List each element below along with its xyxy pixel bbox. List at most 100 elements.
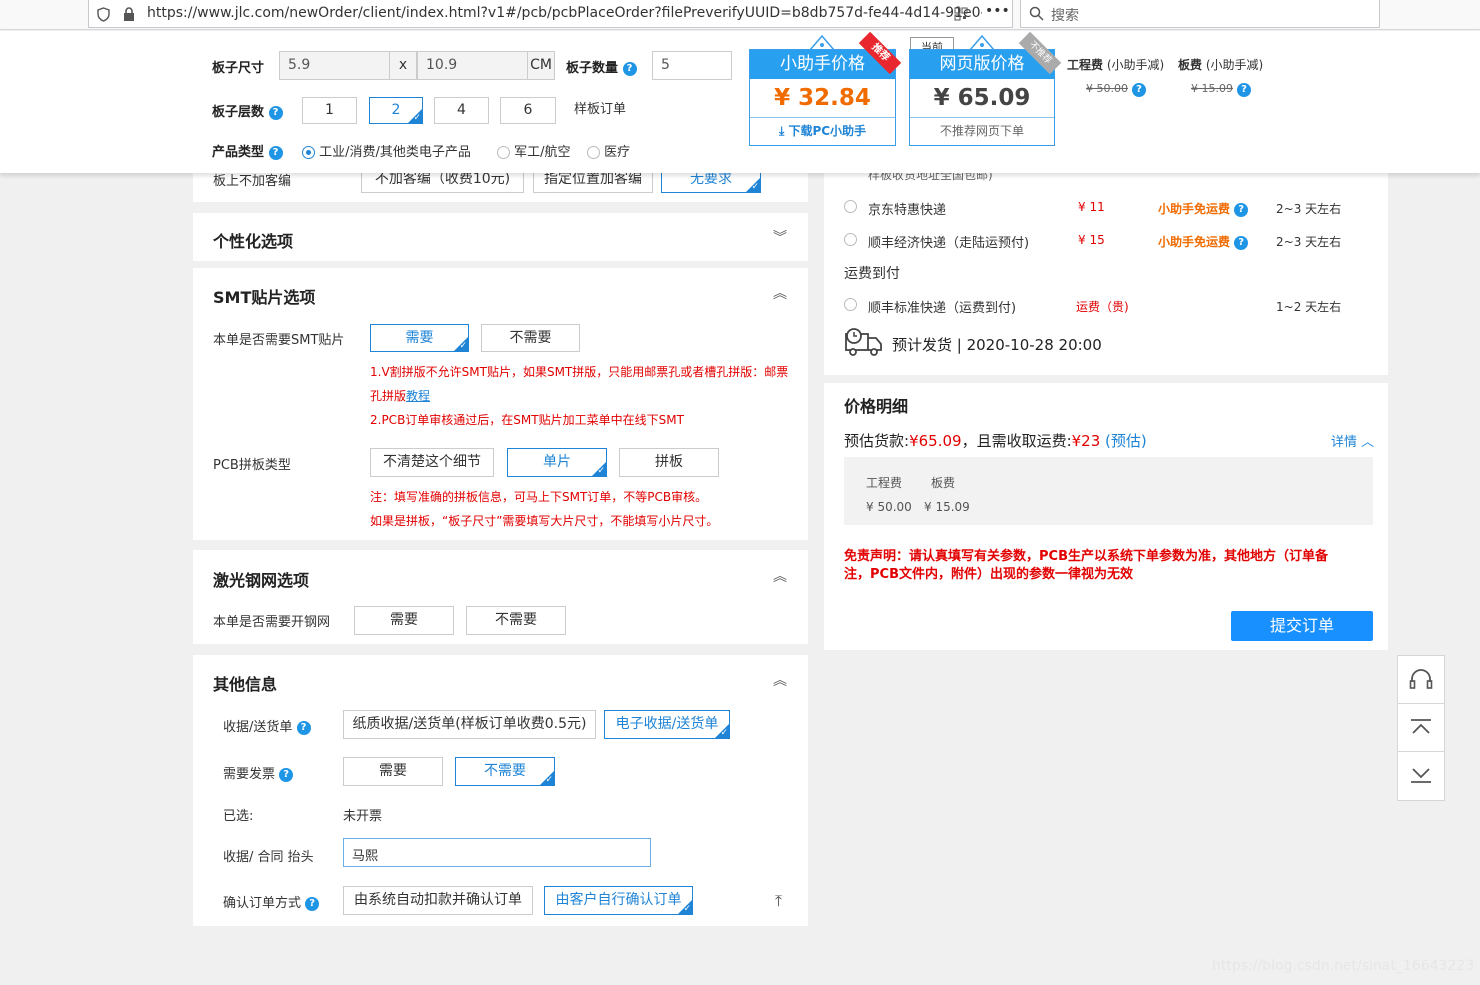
stencil-label: 本单是否需要开钢网 <box>213 615 331 630</box>
help-icon[interactable]: ? <box>622 61 637 76</box>
section-title: SMT贴片选项 <box>213 288 316 307</box>
browser-toolbar: https://www.jlc.com/newOrder/client/inde… <box>0 0 1480 30</box>
radio-icon[interactable] <box>587 146 600 159</box>
lock-icon <box>124 7 134 21</box>
board-width-input[interactable]: 5.9 <box>279 51 390 80</box>
shipping-free-note: 小助手免运费 ? <box>1158 233 1249 250</box>
receipt-paper-option[interactable]: 纸质收据/送货单(样板订单收费0.5元) <box>343 710 596 739</box>
collapse-icon[interactable]: ︽ <box>773 566 787 586</box>
fee-col-label: 工程费 <box>866 476 903 490</box>
search-bar[interactable]: 搜索 <box>1020 0 1380 28</box>
disclaimer: 免责声明：请认真填写有关参数，PCB生产以系统下单参数为准，其他地方（订单备 <box>844 549 1328 564</box>
pcb-note: 注：填写准确的拼板信息，可马上下SMT订单，不等PCB审核。 <box>370 490 708 504</box>
pcb-panel-option[interactable]: 不清楚这个细节 <box>370 448 494 477</box>
customer-service-button[interactable] <box>1398 656 1444 704</box>
url-text[interactable]: https://www.jlc.com/newOrder/client/inde… <box>147 5 982 21</box>
search-icon <box>1029 6 1044 21</box>
layer-option-1[interactable]: 1 <box>302 97 357 124</box>
product-option-medical[interactable]: 医疗 <box>587 141 630 160</box>
radio-icon[interactable] <box>844 233 857 246</box>
board-height-input[interactable]: 10.9 <box>417 51 528 80</box>
download-helper-link[interactable]: ⤓ 下载PC小助手 <box>750 117 895 145</box>
shipping-name: 顺丰标准快递（运费到付) <box>868 301 1017 316</box>
address-bar[interactable]: https://www.jlc.com/newOrder/client/inde… <box>88 0 1013 28</box>
stencil-no-option[interactable]: 不需要 <box>466 606 566 635</box>
fee-breakdown-box: 工程费 板费 ¥ 50.00 ¥ 15.09 <box>844 457 1373 525</box>
tutorial-link[interactable]: 教程 <box>406 389 430 403</box>
help-icon[interactable]: ? <box>296 720 311 735</box>
radio-icon[interactable] <box>497 146 510 159</box>
help-icon[interactable]: ? <box>268 145 283 160</box>
shipping-option-sf[interactable] <box>844 232 857 247</box>
headset-icon <box>1409 669 1433 689</box>
selected-value: 未开票 <box>343 809 383 824</box>
receipt-header-input[interactable]: 马熙 <box>343 838 651 867</box>
section-title: 其他信息 <box>213 675 278 694</box>
confirm-auto-option[interactable]: 由系统自动扣款并确认订单 <box>343 886 533 915</box>
page-actions-icon[interactable]: ••• <box>985 3 1010 19</box>
back-to-top-icon[interactable]: ⤒ <box>775 891 782 911</box>
helper-price-value: ¥ 32.84 <box>774 85 871 111</box>
invoice-need-option[interactable]: 需要 <box>343 757 443 786</box>
radio-icon[interactable] <box>302 146 315 159</box>
fee-col-label: 板费 <box>931 476 956 490</box>
smt-need-option[interactable]: 需要 <box>370 324 469 352</box>
cod-title: 运费到付 <box>844 266 900 282</box>
smt-note: 孔拼版教程 <box>370 389 431 403</box>
layer-option-4[interactable]: 4 <box>434 97 489 124</box>
product-option-military[interactable]: 军工/航空 <box>497 141 571 160</box>
smt-no-option[interactable]: 不需要 <box>481 324 580 352</box>
personalized-panel[interactable]: 个性化选项 ︾ <box>193 213 808 261</box>
radio-icon[interactable] <box>844 298 857 311</box>
smt-need-label: 本单是否需要SMT贴片 <box>213 333 345 348</box>
order-params-panel: 板子尺寸 5.9 x 10.9 CM 板子数量 ? 5 板子层数 ? 1 2 4… <box>0 31 1480 173</box>
scroll-top-icon <box>1411 719 1431 734</box>
help-icon[interactable]: ? <box>1237 83 1251 97</box>
pcb-panel-option[interactable]: 单片 <box>507 448 607 477</box>
disclaimer: 注，PCB文件内，附件）出现的参数一律视为无效 <box>844 567 1133 582</box>
board-layers-label: 板子层数 ? <box>212 101 283 120</box>
help-icon[interactable]: ? <box>1132 83 1146 97</box>
shipping-price: ¥ 11 <box>1078 200 1105 214</box>
receipt-electronic-option[interactable]: 电子收据/送货单 <box>604 710 730 739</box>
board-qty-label: 板子数量 ? <box>566 57 637 76</box>
pcb-panel-option[interactable]: 拼板 <box>619 448 719 477</box>
qr-code-icon[interactable] <box>954 7 968 21</box>
collapse-icon[interactable]: ︽ <box>773 670 787 690</box>
shipping-option-jd[interactable] <box>844 199 857 214</box>
eng-fee-value: ¥ 50.00 <box>1086 82 1128 95</box>
submit-order-button[interactable]: 提交订单 <box>1231 611 1373 641</box>
shipping-time: 1~2 天左右 <box>1276 300 1342 314</box>
layer-option-6[interactable]: 6 <box>500 97 556 124</box>
scroll-bottom-button[interactable] <box>1398 752 1444 800</box>
expand-icon[interactable]: ︾ <box>773 227 787 247</box>
eng-fee-label: 工程费 (小助手减) <box>1067 58 1165 72</box>
layer-option-2[interactable]: 2 <box>369 97 423 124</box>
radio-icon[interactable] <box>844 200 857 213</box>
pcb-panel-label: PCB拼板类型 <box>213 458 291 473</box>
size-separator: x <box>389 51 417 80</box>
help-icon[interactable]: ? <box>268 105 283 120</box>
board-size-label: 板子尺寸 <box>212 61 265 76</box>
help-icon[interactable]: ? <box>305 896 320 911</box>
confirm-manual-option[interactable]: 由客户自行确认订单 <box>544 886 693 915</box>
price-detail-panel: 价格明细 预估货款:¥65.09，且需收取运费:¥23 (预估) 详情 ︿ 工程… <box>824 375 1388 650</box>
scroll-top-button[interactable] <box>1398 704 1444 752</box>
helper-price-card[interactable]: 小助手价格 ¥ 32.84 ⤓ 下载PC小助手 <box>749 49 896 146</box>
help-icon[interactable]: ? <box>1234 235 1249 250</box>
stencil-need-option[interactable]: 需要 <box>354 606 454 635</box>
help-icon[interactable]: ? <box>1234 202 1249 217</box>
fee-col-value: ¥ 15.09 <box>924 500 970 514</box>
smt-note: 2.PCB订单审核通过后，在SMT贴片加工菜单中在线下SMT <box>370 413 684 427</box>
stencil-panel: 激光钢网选项 ︽ 本单是否需要开钢网 需要 不需要 <box>193 550 808 644</box>
shipping-free-note: 小助手免运费 ? <box>1158 200 1249 217</box>
invoice-no-option[interactable]: 不需要 <box>455 757 555 786</box>
board-fee-value: ¥ 15.09 <box>1191 82 1233 95</box>
board-qty-input[interactable]: 5 <box>652 51 732 80</box>
collapse-icon[interactable]: ︽ <box>773 283 787 303</box>
product-option-industrial[interactable]: 工业/消费/其他类电子产品 <box>302 141 471 160</box>
help-icon[interactable]: ? <box>279 767 294 782</box>
shipping-option-cod[interactable] <box>844 297 857 312</box>
detail-toggle[interactable]: 详情 ︿ <box>1331 431 1374 450</box>
web-price-card[interactable]: 网页版价格 ¥ 65.09 不推荐网页下单 <box>909 49 1055 146</box>
